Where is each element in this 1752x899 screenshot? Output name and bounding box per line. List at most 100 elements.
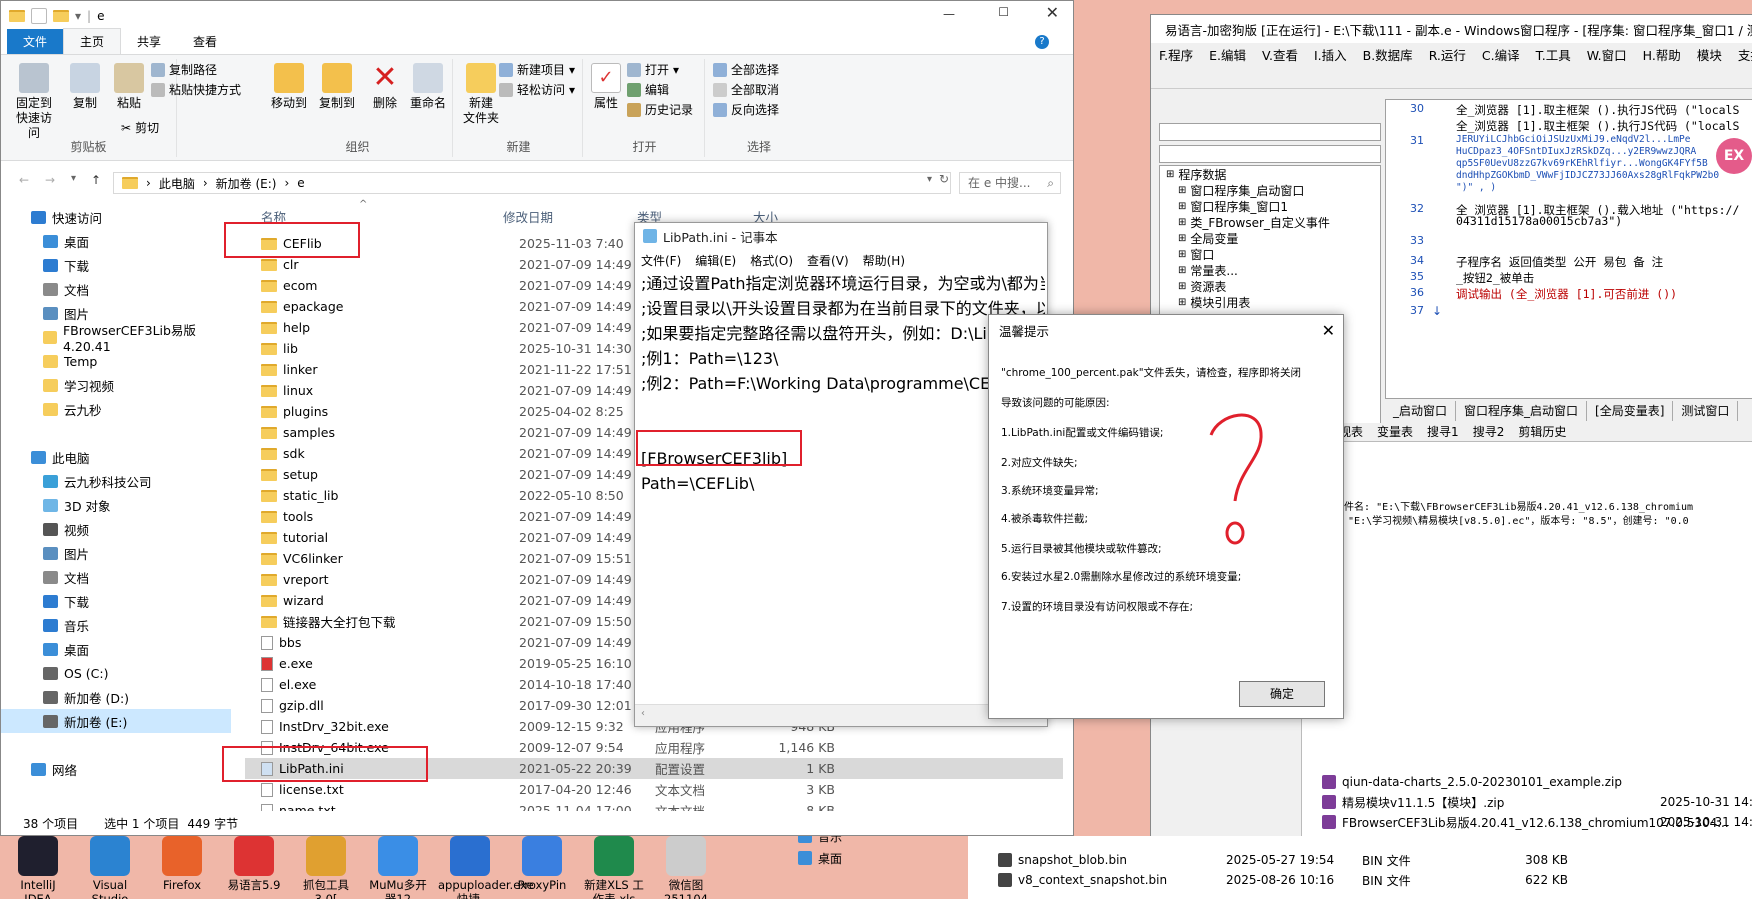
ex-badge[interactable]: EX <box>1716 138 1752 174</box>
help-icon[interactable]: ? <box>1035 35 1049 49</box>
ide-titlebar[interactable]: 易语言-加密狗版 [正在运行] - E:\下载\111 - 副本.e - Win… <box>1151 15 1752 43</box>
expand-box-icon[interactable]: ⊞ <box>1178 297 1186 308</box>
nav-item[interactable]: 新加卷 (E:) <box>1 709 231 733</box>
notepad-titlebar[interactable]: LibPath.ini - 记事本 <box>635 223 1047 249</box>
ide-tab[interactable]: _启动窗口 <box>1385 401 1457 421</box>
nav-item[interactable]: 学习视频 <box>1 373 231 397</box>
tree-node[interactable]: ⊞ 全局变量 <box>1160 230 1380 246</box>
maximize-icon[interactable]: ☐ <box>998 5 1009 19</box>
breadcrumb-item[interactable]: 此电脑 <box>159 175 195 192</box>
new-folder-quick-icon[interactable] <box>53 10 69 22</box>
expand-box-icon[interactable]: ⊞ <box>1178 281 1186 292</box>
breadcrumb-item[interactable]: 新加卷 (E:) <box>216 175 277 192</box>
nav-item[interactable]: 桌面 <box>1 637 231 661</box>
desktop-icon[interactable]: appuploader.exe - 快捷... <box>438 836 534 899</box>
nav-item[interactable]: 文档 <box>1 565 231 589</box>
ide-tab[interactable]: [全局变量表] <box>1587 401 1674 421</box>
desktop-icon[interactable]: Visual Studio Code <box>78 836 142 899</box>
expand-box-icon[interactable]: ⊞ <box>1178 265 1186 276</box>
forward-arrow-icon[interactable]: → <box>45 173 55 187</box>
rename-button[interactable]: 重命名 <box>405 61 451 111</box>
panel-tab[interactable]: 搜寻1 <box>1427 423 1459 441</box>
ide-combo-2[interactable] <box>1159 145 1381 163</box>
nav-item[interactable]: 快速访问 <box>1 205 231 229</box>
minimize-icon[interactable]: — <box>943 7 955 21</box>
ide-menu-item[interactable]: I.插入 <box>1314 45 1347 64</box>
zip-file-row[interactable]: qiun-data-charts_2.5.0-20230101_example.… <box>1322 772 1752 792</box>
nav-item[interactable]: 网络 <box>1 757 231 781</box>
panel-tab[interactable]: 变量表 <box>1377 423 1413 441</box>
ok-button[interactable]: 确定 <box>1239 681 1325 707</box>
tree-node[interactable]: ⊞ 窗口程序集_窗口1 <box>1160 198 1380 214</box>
move-to-button[interactable]: 移动到 <box>267 61 311 111</box>
nav-item[interactable]: 云九秒科技公司 <box>1 469 231 493</box>
notepad-text-area[interactable]: ;通过设置Path指定浏览器环境运行目录，为空或为\都为当前目录 ;设置目录以\开… <box>637 271 1045 704</box>
desktop-icon[interactable]: Firefox <box>150 836 214 892</box>
notepad-menu-item[interactable]: 查看(V) <box>807 252 849 269</box>
ide-menu-item[interactable]: W.窗口 <box>1587 45 1627 64</box>
tree-node[interactable]: ⊞ 窗口程序集_启动窗口 <box>1160 182 1380 198</box>
desktop-icon[interactable]: 微信图 251104 <box>654 836 718 899</box>
back-arrow-icon[interactable]: ← <box>19 173 29 187</box>
new-folder-button[interactable]: 新建 文件夹 <box>459 61 503 126</box>
address-dropdown-icon[interactable]: ▾ <box>927 174 932 185</box>
history-button[interactable]: 历史记录 <box>627 101 693 118</box>
notepad-hscrollbar[interactable]: ‹ <box>635 704 1047 726</box>
desktop-icon[interactable]: 新建XLS 工作表.xls <box>582 836 646 899</box>
table-row[interactable]: license.txt 2017-04-20 12:46 文本文档 3 KB <box>245 779 1063 800</box>
edit-button[interactable]: 编辑 <box>627 81 669 98</box>
ide-combo-1[interactable] <box>1159 123 1381 141</box>
copy-to-button[interactable]: 复制到 <box>315 61 359 111</box>
dialog-close-icon[interactable]: ✕ <box>1322 321 1335 340</box>
explorer-titlebar[interactable]: ▾ | e — ☐ ✕ <box>1 1 1073 31</box>
paste-button[interactable]: 粘贴 <box>109 61 149 111</box>
panel-tab[interactable]: 剪辑历史 <box>1518 423 1566 441</box>
notepad-menu-item[interactable]: 帮助(H) <box>863 252 905 269</box>
copy-path-button[interactable]: 复制路径 <box>151 61 217 78</box>
notepad-menu-item[interactable]: 编辑(E) <box>695 252 736 269</box>
ribbon-tab[interactable]: 查看 <box>177 29 233 54</box>
dialog-titlebar[interactable]: 温馨提示 ✕ <box>989 315 1343 345</box>
expand-box-icon[interactable]: ⊞ <box>1178 217 1186 228</box>
ide-menu-item[interactable]: B.数据库 <box>1363 45 1413 64</box>
desktop-icon[interactable]: ProxyPin <box>510 836 574 892</box>
notepad-menu-item[interactable]: 格式(O) <box>750 252 793 269</box>
desktop-icon[interactable]: 抓包工具3.0[ v2022-11-2... <box>294 836 358 899</box>
breadcrumb[interactable]: › 此电脑 › 新加卷 (E:) › e <box>113 172 951 194</box>
tree-node[interactable]: ⊞ 资源表 <box>1160 278 1380 294</box>
nav-item[interactable]: FBrowserCEF3Lib易版4.20.41 <box>1 323 231 354</box>
expand-box-icon[interactable]: ⊞ <box>1178 201 1186 212</box>
background-file-row[interactable]: snapshot_blob.bin 2025-05-27 19:54 BIN 文件 3… <box>998 850 1598 870</box>
nav-item[interactable]: 云九秒 <box>1 397 231 421</box>
select-all-button[interactable]: 全部选择 <box>713 61 779 78</box>
ribbon-tab[interactable]: 文件 <box>7 29 64 54</box>
ribbon-tab[interactable]: 共享 <box>121 29 177 54</box>
expand-box-icon[interactable]: ⊞ <box>1178 233 1186 244</box>
easy-access-button[interactable]: 轻松访问 ▾ <box>499 81 575 98</box>
notepad-menu-item[interactable]: 文件(F) <box>641 252 681 269</box>
pin-quick-access-button[interactable]: 固定到快速访问 <box>11 61 57 141</box>
nav-item[interactable]: 此电脑 <box>1 445 231 469</box>
desktop-icon[interactable]: IntelliJ IDEA 2020.1.2 x64 <box>6 836 70 899</box>
expand-box-icon[interactable]: ⊞ <box>1166 169 1174 180</box>
breadcrumb-item[interactable]: e <box>297 176 304 190</box>
properties-button[interactable]: ✓ 属性 <box>589 61 623 111</box>
new-item-button[interactable]: 新建项目 ▾ <box>499 61 575 78</box>
background-file-row[interactable]: v8_context_snapshot.bin 2025-08-26 10:16 B… <box>998 870 1598 890</box>
nav-item[interactable]: 图片 <box>1 541 231 565</box>
search-input[interactable]: 在 e 中搜... ⌕ <box>959 172 1061 194</box>
nav-item[interactable]: 文档 <box>1 277 231 301</box>
zip-file-row[interactable]: 精易模块v11.1.5【模块】.zip2025-10-31 14:28WinRA… <box>1322 792 1752 812</box>
expand-box-icon[interactable]: ⊞ <box>1178 185 1186 196</box>
copy-button[interactable]: 复制 <box>65 61 105 111</box>
ide-menu-item[interactable]: 支持库 <box>1738 45 1752 64</box>
tree-node[interactable]: ⊞ 常量表... <box>1160 262 1380 278</box>
nav-item[interactable]: 视频 <box>1 517 231 541</box>
code-editor[interactable]: EX 30 全_浏览器 [1].取主框架 ().执行JS代码 ("localS 全_… <box>1385 99 1752 399</box>
ide-menu-item[interactable]: F.程序 <box>1159 45 1193 64</box>
up-arrow-icon[interactable]: ↑ <box>91 173 101 187</box>
desktop-icon[interactable]: 易语言5.9 <box>222 836 286 892</box>
nav-item[interactable]: 下载 <box>1 589 231 613</box>
quick-access-dropdown-icon[interactable]: ▾ <box>75 9 81 23</box>
desktop-icon[interactable]: MuMu多开器12 <box>366 836 430 899</box>
